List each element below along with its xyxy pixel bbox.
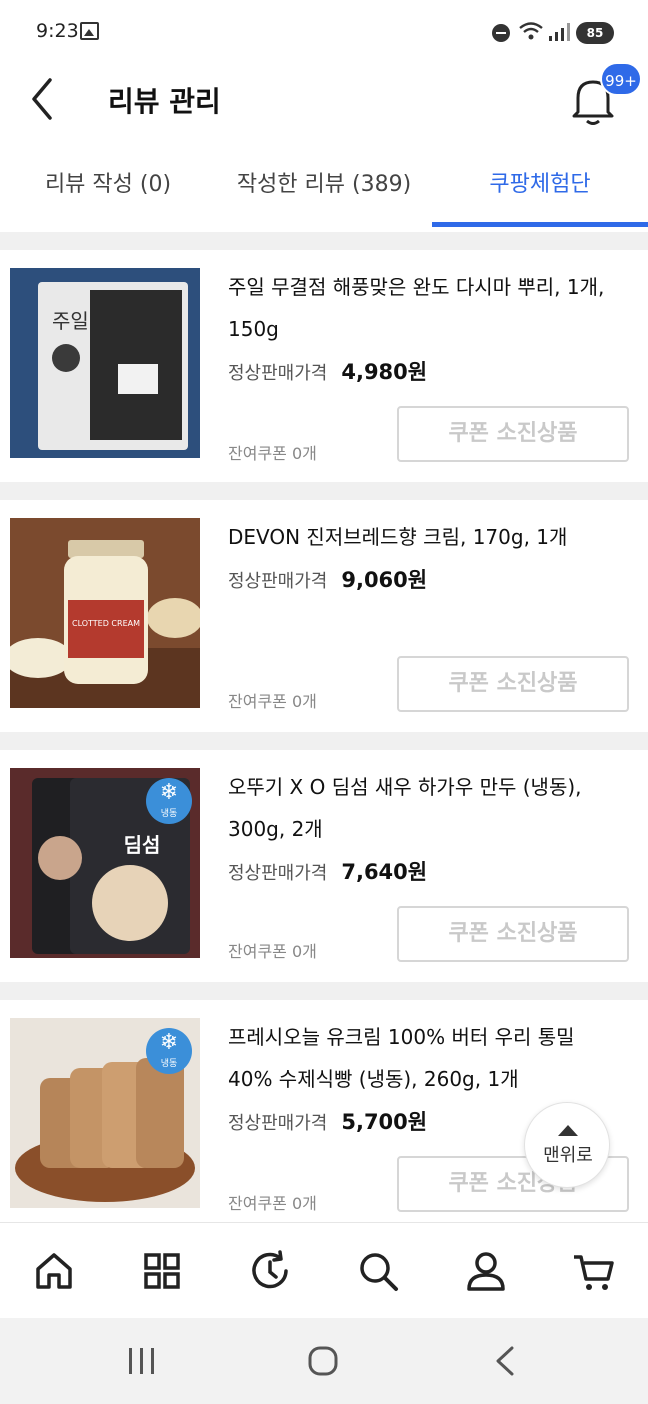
price-row: 정상판매가격 9,060원	[228, 564, 427, 594]
svg-text:딤섬: 딤섬	[124, 833, 161, 857]
app-header: 리뷰 관리	[0, 60, 648, 140]
home-system-button[interactable]	[306, 1344, 340, 1382]
frozen-badge: ❄ 냉동	[146, 778, 192, 824]
wifi-icon	[519, 22, 543, 40]
nav-search[interactable]	[354, 1247, 402, 1295]
coupon-soldout-button[interactable]: 쿠폰 소진상품	[397, 656, 629, 712]
nav-cart[interactable]	[570, 1247, 618, 1295]
product-name[interactable]: 오뚜기 X O 딤섬 새우 하가우 만두 (냉동), 300g, 2개	[228, 766, 623, 850]
product-name[interactable]: 주일 무결점 해풍맞은 완도 다시마 뿌리, 1개, 150g	[228, 266, 623, 350]
product-price: 7,640원	[341, 860, 428, 884]
recent-apps-icon	[129, 1348, 154, 1374]
nav-home[interactable]	[30, 1247, 78, 1295]
battery-indicator: 85	[576, 22, 614, 44]
price-label: 정상판매가격	[228, 571, 328, 592]
arrow-up-icon	[558, 1125, 578, 1136]
snowflake-icon: ❄	[159, 780, 179, 805]
coupon-remaining: 잔여쿠폰 0개	[228, 942, 317, 961]
back-button[interactable]	[22, 74, 66, 124]
product-card: 딤섬 ❄ 냉동 오뚜기 X O 딤섬 새우 하가우 만두 (냉동), 300g,…	[0, 750, 648, 982]
product-image[interactable]: CLOTTED CREAM	[10, 518, 200, 708]
coupon-soldout-button[interactable]: 쿠폰 소진상품	[397, 906, 629, 962]
active-tab-indicator	[432, 222, 648, 227]
home-icon	[36, 1253, 72, 1289]
price-label: 정상판매가격	[228, 863, 328, 884]
review-tabs: 리뷰 작성 (0) 작성한 리뷰 (389) 쿠팡체험단	[0, 150, 648, 230]
tab-experience-group[interactable]: 쿠팡체험단	[432, 150, 648, 226]
scroll-to-top-button[interactable]: 맨위로	[524, 1102, 610, 1188]
product-price: 5,700원	[341, 1110, 428, 1134]
divider	[0, 482, 648, 500]
divider	[0, 232, 648, 250]
notification-badge: 99+	[600, 62, 642, 96]
divider	[0, 982, 648, 1000]
page-title: 리뷰 관리	[108, 85, 221, 118]
back-system-button[interactable]	[490, 1344, 520, 1382]
chevron-left-icon	[32, 78, 52, 120]
tab-write-review[interactable]: 리뷰 작성 (0)	[0, 150, 216, 226]
price-row: 정상판매가격 4,980원	[228, 356, 427, 386]
scroll-to-top-label: 맨위로	[543, 1145, 593, 1166]
coupon-remaining: 잔여쿠폰 0개	[228, 1194, 317, 1213]
divider	[0, 732, 648, 750]
product-name[interactable]: DEVON 진저브레드향 크림, 170g, 1개	[228, 516, 623, 558]
frozen-badge: ❄ 냉동	[146, 1028, 192, 1074]
coupon-remaining: 잔여쿠폰 0개	[228, 444, 317, 463]
product-card: 주일 주일 무결점 해풍맞은 완도 다시마 뿌리, 1개, 150g 정상판매가…	[0, 250, 648, 482]
svg-text:CLOTTED CREAM: CLOTTED CREAM	[72, 619, 140, 628]
product-name[interactable]: 프레시오늘 유크림 100% 버터 우리 통밀 40% 수제식빵 (냉동), 2…	[228, 1016, 623, 1100]
signal-icon	[549, 23, 570, 41]
snowflake-icon: ❄	[159, 1030, 179, 1055]
system-navigation-bar	[0, 1318, 648, 1404]
status-bar: 9:23 85	[0, 0, 648, 60]
product-price: 4,980원	[341, 360, 428, 384]
home-circle-icon	[308, 1346, 338, 1376]
product-price: 9,060원	[341, 568, 428, 592]
recent-apps-button[interactable]	[126, 1344, 158, 1382]
nav-recent[interactable]	[246, 1247, 294, 1295]
recent-icon	[252, 1250, 288, 1289]
search-icon	[360, 1253, 398, 1291]
svg-text:주일: 주일	[52, 309, 89, 333]
product-image[interactable]: 주일	[10, 268, 200, 458]
gallery-icon	[80, 22, 99, 40]
back-arrow-icon	[496, 1346, 514, 1376]
price-row: 정상판매가격 7,640원	[228, 856, 427, 886]
price-row: 정상판매가격 5,700원	[228, 1106, 427, 1136]
status-time: 9:23	[36, 20, 79, 42]
product-card: CLOTTED CREAM DEVON 진저브레드향 크림, 170g, 1개 …	[0, 500, 648, 732]
coupon-remaining: 잔여쿠폰 0개	[228, 692, 317, 711]
coupon-soldout-button[interactable]: 쿠폰 소진상품	[397, 406, 629, 462]
category-icon	[144, 1253, 180, 1289]
price-label: 정상판매가격	[228, 363, 328, 384]
cart-icon	[574, 1255, 614, 1290]
user-icon	[467, 1252, 505, 1291]
bottom-navigation	[0, 1222, 648, 1318]
do-not-disturb-icon	[492, 24, 510, 42]
tab-written-reviews[interactable]: 작성한 리뷰 (389)	[216, 150, 432, 226]
nav-category[interactable]	[138, 1247, 186, 1295]
nav-my-account[interactable]	[462, 1247, 510, 1295]
price-label: 정상판매가격	[228, 1113, 328, 1134]
